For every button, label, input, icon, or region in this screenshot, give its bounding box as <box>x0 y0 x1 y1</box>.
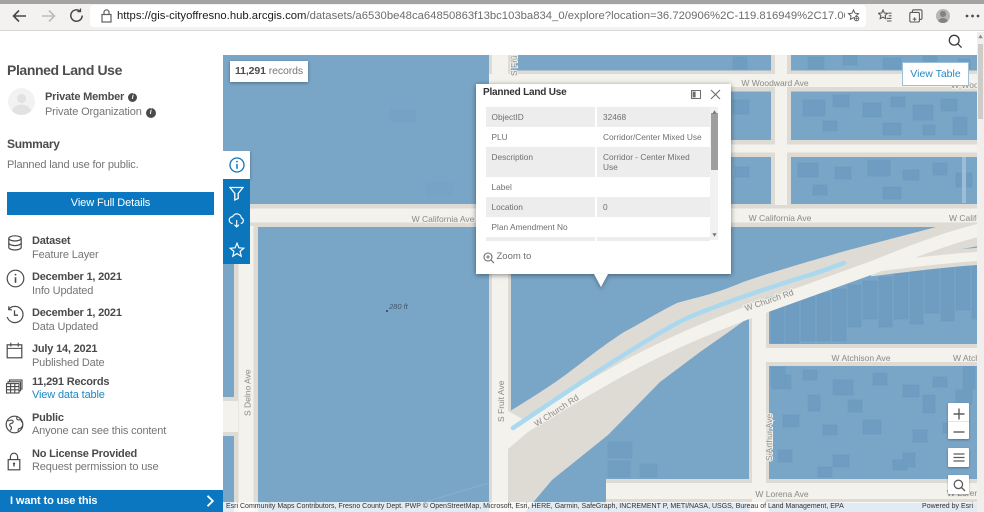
svg-text:W California Ave: W California Ave <box>749 213 812 223</box>
svg-text:W California Ave: W California Ave <box>949 213 977 223</box>
svg-text:S Fruit Ave: S Fruit Ave <box>496 380 506 422</box>
svg-text:S Fruit Ave: S Fruit Ave <box>509 55 519 76</box>
svg-text:S Arthur Ave: S Arthur Ave <box>764 414 774 461</box>
svg-text:W California Ave: W California Ave <box>412 214 475 224</box>
svg-text:280 ft: 280 ft <box>388 302 409 311</box>
svg-text:W Lorena Ave: W Lorena Ave <box>755 489 809 499</box>
svg-text:W Atchison Ave: W Atchison Ave <box>953 353 977 363</box>
svg-text:W Woodward Ave: W Woodward Ave <box>741 78 809 88</box>
svg-text:W Atchison Ave: W Atchison Ave <box>832 353 891 363</box>
svg-text:S Delno Ave: S Delno Ave <box>243 369 253 416</box>
